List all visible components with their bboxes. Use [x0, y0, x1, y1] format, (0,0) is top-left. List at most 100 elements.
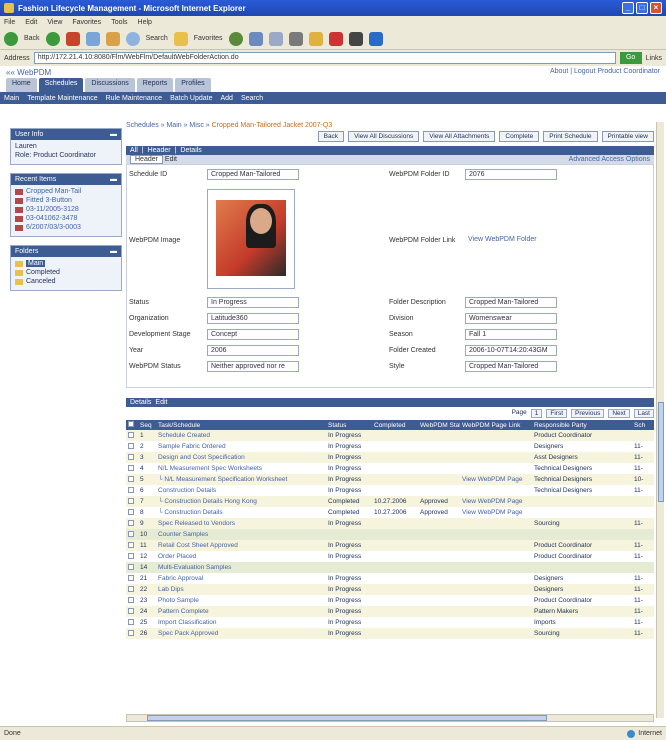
mail-icon[interactable] — [268, 31, 283, 46]
collapse-icon[interactable]: ▬ — [110, 176, 117, 183]
scroll-thumb[interactable] — [147, 715, 547, 721]
media-icon[interactable] — [228, 31, 243, 46]
folder-desc-field[interactable]: Cropped Man-Tailored — [465, 297, 557, 308]
row-task[interactable]: Schedule Created — [156, 430, 326, 441]
back-button-label[interactable]: Back — [24, 35, 40, 42]
edit-header-button[interactable]: Edit — [165, 156, 177, 163]
row-webpdm-link[interactable] — [460, 584, 532, 595]
maximize-button[interactable]: □ — [636, 2, 648, 14]
row-task[interactable]: Sample Fabric Ordered — [156, 441, 326, 452]
links-label[interactable]: Links — [646, 55, 662, 62]
row-webpdm-link[interactable] — [460, 562, 532, 573]
row-checkbox[interactable] — [126, 463, 138, 474]
row-checkbox[interactable] — [126, 485, 138, 496]
details-tab[interactable]: Details — [130, 399, 151, 406]
folder-icon[interactable] — [308, 31, 323, 46]
row-checkbox[interactable] — [126, 595, 138, 606]
recent-item[interactable]: Cropped Man-Tail — [15, 188, 117, 195]
row-select-checkbox[interactable] — [128, 618, 134, 625]
page-select[interactable]: 1 — [530, 409, 543, 418]
favorites-star-icon[interactable] — [173, 31, 188, 46]
recent-item[interactable]: 6/2007/03/3-0003 — [15, 224, 117, 231]
row-select-checkbox[interactable] — [128, 541, 134, 548]
advanced-access-link[interactable]: Advanced Access Options — [569, 156, 650, 163]
col-seq[interactable]: Seq — [138, 420, 156, 430]
subnav-template-maintenance[interactable]: Template Maintenance — [27, 95, 97, 102]
row-checkbox[interactable] — [126, 507, 138, 518]
row-checkbox[interactable] — [126, 474, 138, 485]
subnav-add[interactable]: Add — [220, 95, 232, 102]
folder-completed[interactable]: Completed — [15, 269, 117, 276]
address-input[interactable]: http://172.21.4.10:8080/Flm/WebFlm/Defau… — [33, 52, 616, 64]
table-row[interactable]: 25 Import Classification In Progress Import… — [126, 617, 654, 628]
division-field[interactable]: Womenswear — [465, 313, 557, 324]
table-row[interactable]: 1 Schedule Created In Progress Product Coor… — [126, 430, 654, 441]
row-checkbox[interactable] — [126, 617, 138, 628]
header-tab[interactable]: Header — [130, 155, 163, 164]
row-task[interactable]: Spec Pack Approved — [156, 628, 326, 639]
section-tab-details[interactable]: Details — [180, 147, 201, 154]
minimize-button[interactable]: _ — [622, 2, 634, 14]
print-schedule-button[interactable]: Print Schedule — [543, 131, 598, 142]
row-task[interactable]: Spec Released to Vendors — [156, 518, 326, 529]
row-task[interactable]: Fabric Approval — [156, 573, 326, 584]
table-row[interactable]: 22 Lab Dips In Progress Designers 11- — [126, 584, 654, 595]
row-webpdm-link[interactable] — [460, 430, 532, 441]
section-tab-all[interactable]: All — [130, 147, 138, 154]
row-select-checkbox[interactable] — [128, 508, 134, 515]
schedule-id-field[interactable]: Cropped Man-Tailored — [207, 169, 299, 180]
row-webpdm-link[interactable] — [460, 551, 532, 562]
col-webpdm-status[interactable]: WebPDM Status — [418, 420, 460, 430]
row-select-checkbox[interactable] — [128, 552, 134, 559]
stop-icon[interactable] — [65, 31, 80, 46]
last-page-button[interactable]: Last — [633, 409, 654, 418]
row-select-checkbox[interactable] — [128, 431, 134, 438]
tab-profiles[interactable]: Profiles — [175, 78, 211, 92]
folder-canceled[interactable]: Canceled — [15, 278, 117, 285]
table-row[interactable]: 2 Sample Fabric Ordered In Progress Designe… — [126, 441, 654, 452]
back-button[interactable]: Back — [317, 131, 345, 142]
row-webpdm-link[interactable]: View WebPDM Page — [460, 474, 532, 485]
status-field[interactable]: In Progress — [207, 297, 299, 308]
row-checkbox[interactable] — [126, 496, 138, 507]
row-webpdm-link[interactable] — [460, 441, 532, 452]
row-checkbox[interactable] — [126, 606, 138, 617]
scroll-thumb[interactable] — [658, 402, 664, 502]
table-row[interactable]: 5 └ N/L Measurement Specification Workshe… — [126, 474, 654, 485]
view-webpdm-folder-link[interactable]: View WebPDM Folder — [465, 235, 565, 246]
tab-schedules[interactable]: Schedules — [38, 78, 84, 92]
vertical-scrollbar[interactable] — [656, 122, 664, 718]
menu-view[interactable]: View — [47, 19, 62, 26]
table-row[interactable]: 14 Multi-Evaluation Samples — [126, 562, 654, 573]
menu-edit[interactable]: Edit — [25, 19, 37, 26]
row-webpdm-link[interactable] — [460, 573, 532, 584]
recent-item[interactable]: Fitted 3-Button — [15, 197, 117, 204]
view-all-discussions-button[interactable]: View All Discussions — [348, 131, 420, 142]
col-task[interactable]: Task/Schedule — [156, 420, 326, 430]
row-select-checkbox[interactable] — [128, 519, 134, 526]
table-row[interactable]: 10 Counter Samples — [126, 529, 654, 540]
row-select-checkbox[interactable] — [128, 486, 134, 493]
col-status[interactable]: Status — [326, 420, 372, 430]
printable-view-button[interactable]: Printable view — [601, 131, 654, 142]
favorites-button-label[interactable]: Favorites — [194, 35, 223, 42]
table-row[interactable]: 8 └ Construction Details Completed 10.27.20… — [126, 507, 654, 518]
menu-file[interactable]: File — [4, 19, 15, 26]
tab-home[interactable]: Home — [6, 78, 37, 92]
row-task[interactable]: Retail Cost Sheet Approved — [156, 540, 326, 551]
search-button-label[interactable]: Search — [146, 35, 168, 42]
next-page-button[interactable]: Next — [608, 409, 630, 418]
edit-details-button[interactable]: Edit — [155, 399, 167, 406]
row-select-checkbox[interactable] — [128, 563, 134, 570]
product-image[interactable] — [207, 189, 295, 289]
app-brand[interactable]: «« WebPDM — [6, 68, 51, 77]
recent-item[interactable]: 03-041062-3478 — [15, 215, 117, 222]
row-select-checkbox[interactable] — [128, 530, 134, 537]
row-task[interactable]: Import Classification — [156, 617, 326, 628]
row-webpdm-link[interactable]: View WebPDM Page — [460, 507, 532, 518]
row-checkbox[interactable] — [126, 628, 138, 639]
section-tab-header[interactable]: Header — [148, 147, 171, 154]
menu-favorites[interactable]: Favorites — [72, 19, 101, 26]
close-button[interactable]: × — [650, 2, 662, 14]
table-row[interactable]: 6 Construction Details In Progress Technica… — [126, 485, 654, 496]
